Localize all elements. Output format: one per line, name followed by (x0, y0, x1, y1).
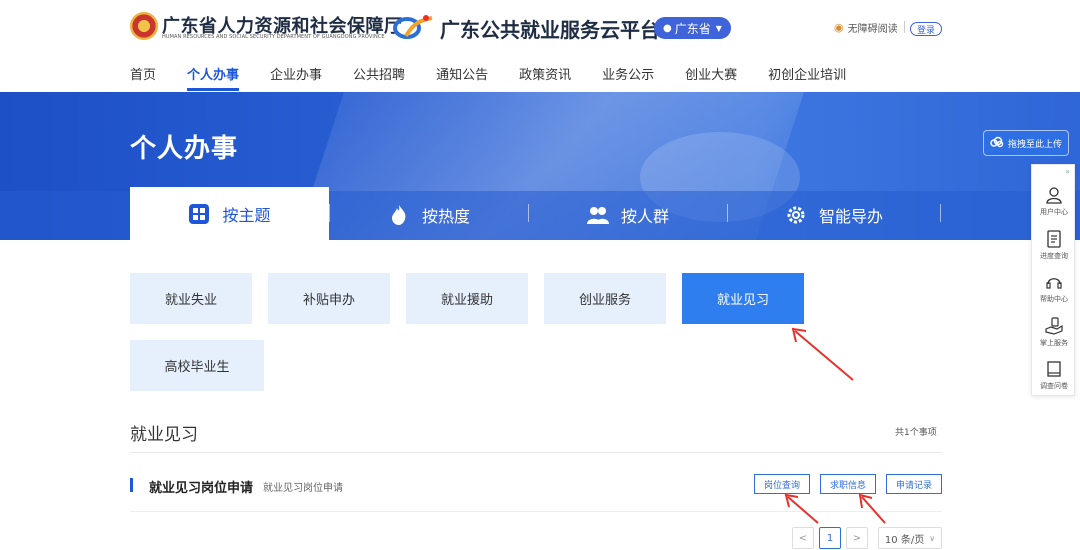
header-divider (904, 21, 905, 33)
topic-subsidy[interactable]: 补贴申办 (268, 273, 390, 324)
accessibility-label: 无障碍阅读 (847, 24, 898, 35)
nav-item-home[interactable]: 首页 (130, 64, 156, 91)
document-icon (1047, 230, 1061, 248)
login-button[interactable]: 登录 (910, 22, 942, 36)
hand-icon (1045, 317, 1063, 335)
lightbulb-icon: ◉ (834, 21, 844, 34)
side-toolbar: » 用户中心 进度查询 帮助中心 掌上服务 调查问卷 (1031, 164, 1075, 396)
application-records-button[interactable]: 申请记录 (886, 474, 942, 494)
caret-down-icon: ▼ (715, 23, 722, 33)
flame-icon (388, 204, 410, 226)
item-count: 共1个事项 (895, 428, 937, 438)
banner: 个人办事 按主题 按热度 按人群 智能导办 (0, 92, 1080, 240)
job-search-button[interactable]: 岗位查询 (754, 474, 810, 494)
location-pin-icon: ● (663, 22, 672, 34)
platform-title[interactable]: 广东公共就业服务云平台 (440, 14, 660, 43)
nav-item-policy[interactable]: 政策资讯 (519, 64, 571, 91)
user-icon (1046, 187, 1062, 204)
topic-assistance[interactable]: 就业援助 (406, 273, 528, 324)
gear-icon (785, 204, 807, 226)
chevron-down-icon: ∨ (929, 533, 936, 543)
sidebar-item-label: 掌上服务 (1040, 339, 1068, 347)
sidebar-item-progress[interactable]: 进度查询 (1032, 229, 1076, 261)
nav-item-contest[interactable]: 创业大赛 (685, 64, 737, 91)
cloud-icon (990, 136, 1004, 151)
tab-smart-guide[interactable]: 智能导办 (728, 188, 940, 240)
annotation-arrow (858, 493, 886, 524)
sidebar-item-label: 帮助中心 (1040, 295, 1068, 303)
prev-page-button[interactable]: < (792, 527, 814, 549)
nav-item-notices[interactable]: 通知公告 (436, 64, 488, 91)
page-number-button[interactable]: 1 (819, 527, 841, 549)
headset-icon (1046, 278, 1062, 289)
nav-item-training[interactable]: 初创企业培训 (768, 64, 846, 91)
region-selector[interactable]: ● 广东省 ▼ (654, 17, 731, 39)
tab-label: 按热度 (421, 206, 470, 226)
page-title: 个人办事 (130, 134, 239, 164)
topic-entrepreneurship[interactable]: 创业服务 (544, 273, 666, 324)
tab-label: 按主题 (222, 205, 271, 225)
region-label: 广东省 (674, 21, 711, 36)
topic-employment[interactable]: 就业失业 (130, 273, 252, 324)
nav-item-enterprise[interactable]: 企业办事 (270, 64, 322, 91)
people-icon (586, 204, 609, 226)
item-accent-bar (130, 478, 133, 492)
divider (130, 511, 942, 512)
divider (130, 452, 942, 453)
sidebar-item-user-center[interactable]: 用户中心 (1032, 185, 1076, 217)
next-page-button[interactable]: > (846, 527, 868, 549)
job-seeking-info-button[interactable]: 求职信息 (820, 474, 876, 494)
collapse-icon[interactable]: » (1065, 167, 1070, 176)
site-header: 广东省人力资源和社会保障厅 HUMAN RESOURCES AND SOCIAL… (0, 0, 1080, 92)
grid-icon (188, 203, 210, 225)
sidebar-item-label: 用户中心 (1040, 208, 1068, 216)
service-item-name[interactable]: 就业见习岗位申请 (149, 477, 253, 496)
service-item-description: 就业见习岗位申请 (263, 483, 343, 494)
annotation-arrow (784, 493, 819, 524)
emblem-logo[interactable] (130, 12, 158, 40)
sidebar-item-help[interactable]: 帮助中心 (1032, 272, 1076, 304)
sidebar-item-label: 进度查询 (1040, 252, 1068, 260)
nav-item-recruitment[interactable]: 公共招聘 (353, 64, 405, 91)
sidebar-item-mobile[interactable]: 掌上服务 (1032, 316, 1076, 348)
tab-by-theme[interactable]: 按主题 (130, 187, 329, 240)
nav-item-personal[interactable]: 个人办事 (187, 64, 240, 91)
page-size-select[interactable]: 10 条/页 ∨ (878, 527, 942, 549)
topic-internship[interactable]: 就业见习 (682, 273, 804, 324)
drag-upload-button[interactable]: 拖拽至此上传 (983, 130, 1069, 156)
book-icon (1047, 361, 1061, 377)
page-size-label: 10 条/页 (884, 534, 925, 546)
main-nav: 首页 个人办事 企业办事 公共招聘 通知公告 政策资讯 业务公示 创业大赛 初创… (130, 64, 877, 91)
upload-label: 拖拽至此上传 (1007, 139, 1062, 150)
accessibility-link[interactable]: ◉ 无障碍阅读 (834, 20, 898, 35)
section-title: 就业见习 (130, 425, 198, 445)
tab-divider (940, 204, 941, 222)
topic-graduates[interactable]: 高校毕业生 (130, 340, 264, 391)
annotation-arrow (791, 327, 854, 381)
nav-item-publicity[interactable]: 业务公示 (602, 64, 654, 91)
tab-by-group[interactable]: 按人群 (529, 188, 727, 240)
platform-logo-icon[interactable] (392, 12, 434, 42)
tab-label: 智能导办 (818, 206, 883, 226)
sidebar-item-survey[interactable]: 调查问卷 (1032, 359, 1076, 391)
sidebar-item-label: 调查问卷 (1040, 382, 1068, 390)
org-subtitle: HUMAN RESOURCES AND SOCIAL SECURITY DEPA… (162, 34, 385, 40)
tab-by-popularity[interactable]: 按热度 (330, 188, 528, 240)
tab-label: 按人群 (620, 206, 669, 226)
